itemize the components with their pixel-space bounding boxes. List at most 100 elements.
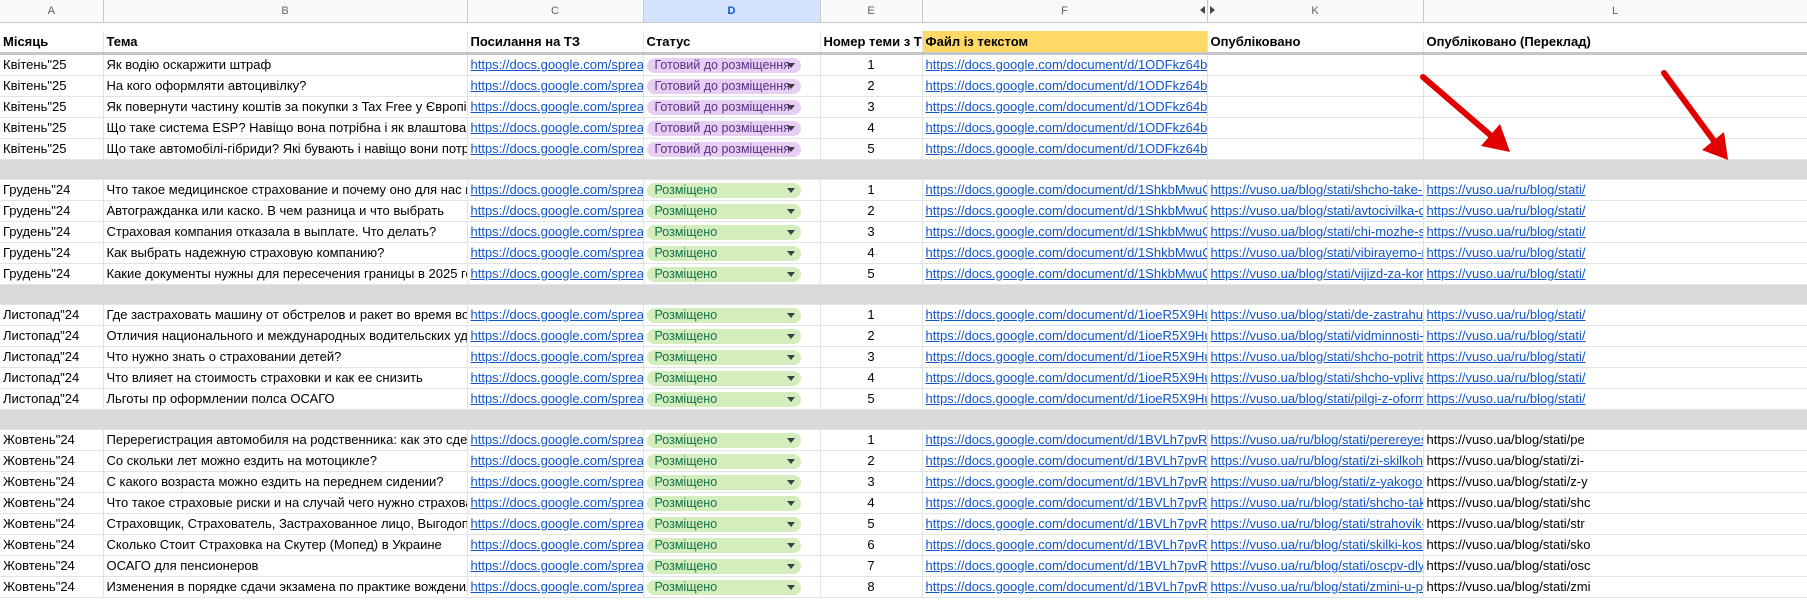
text-file-link[interactable]: https://docs.google.com/document/d/1BVLh…	[926, 537, 1207, 552]
cell-tz-link[interactable]: https://docs.google.com/spreadsh	[467, 534, 644, 556]
tz-link[interactable]: https://docs.google.com/spreadsh	[471, 182, 643, 197]
cell-status[interactable]: Розміщено	[643, 492, 821, 514]
cell-month[interactable]: Жовтень"24	[0, 429, 104, 451]
status-dropdown-chip[interactable]: Розміщено	[646, 453, 801, 469]
cell-published[interactable]	[1207, 53, 1424, 76]
cell-published[interactable]: https://vuso.ua/blog/stati/de-zastrahuva…	[1207, 304, 1424, 326]
cell-status[interactable]: Розміщено	[643, 534, 821, 556]
cell-published-translation[interactable]: https://vuso.ua/ru/blog/stati/	[1423, 367, 1807, 389]
status-dropdown-chip[interactable]: Розміщено	[646, 349, 801, 365]
cell-published-translation[interactable]: https://vuso.ua/blog/stati/osc	[1423, 555, 1807, 577]
tz-link[interactable]: https://docs.google.com/spreadsh	[471, 432, 643, 447]
cell-topic-num[interactable]: 5	[820, 263, 923, 285]
cell-text-file[interactable]: https://docs.google.com/document/d/1BVLh…	[922, 576, 1208, 598]
table-row[interactable]: Грудень"24 Как выбрать надежную страховую…	[0, 242, 1807, 264]
published-link[interactable]: https://vuso.ua/blog/stati/de-zastrahuva…	[1211, 307, 1423, 322]
cell-tz-link[interactable]: https://docs.google.com/spreadsh	[467, 117, 644, 139]
cell-topic-num[interactable]: 1	[820, 53, 923, 76]
cell-topic-num[interactable]: 4	[820, 117, 923, 139]
cell-topic[interactable]: На кого оформляти автоцивілку?	[103, 75, 468, 97]
cell-topic[interactable]: Как выбрать надежную страховую компанию?	[103, 242, 468, 264]
dropdown-caret-icon[interactable]	[786, 437, 795, 443]
cell-text-file[interactable]: https://docs.google.com/document/d/1ioeR…	[922, 304, 1208, 326]
text-file-link[interactable]: https://docs.google.com/document/d/1ODFk…	[926, 99, 1207, 114]
cell-published[interactable]: https://vuso.ua/ru/blog/stati/zmini-u-po…	[1207, 576, 1424, 598]
cell-month[interactable]: Листопад"24	[0, 304, 104, 326]
text-file-link[interactable]: https://docs.google.com/document/d/1Shkb…	[926, 245, 1207, 260]
cell-month[interactable]: Жовтень"24	[0, 513, 104, 535]
col-header-c[interactable]: C	[467, 0, 644, 23]
dropdown-caret-icon[interactable]	[786, 312, 795, 318]
published-link[interactable]: https://vuso.ua/ru/blog/stati/strahovik-…	[1211, 516, 1423, 531]
collapse-left-icon[interactable]	[1200, 6, 1205, 14]
status-dropdown-chip[interactable]: Розміщено	[646, 558, 801, 574]
table-row[interactable]: Грудень"24 Что такое медицинское страхова…	[0, 179, 1807, 201]
cell-topic[interactable]: Со скольки лет можно ездить на мотоцикле…	[103, 450, 468, 472]
cell-tz-link[interactable]: https://docs.google.com/spreadsh	[467, 325, 644, 347]
col-header-b[interactable]: B	[103, 0, 468, 23]
cell-published-translation[interactable]: https://vuso.ua/ru/blog/stati/	[1423, 200, 1807, 222]
cell-text-file[interactable]: https://docs.google.com/document/d/1BVLh…	[922, 429, 1208, 451]
cell-published-translation[interactable]: https://vuso.ua/blog/stati/z-y	[1423, 471, 1807, 493]
header-published[interactable]: Опубліковано	[1207, 30, 1424, 55]
status-dropdown-chip[interactable]: Розміщено	[646, 474, 801, 490]
text-file-link[interactable]: https://docs.google.com/document/d/1BVLh…	[926, 579, 1207, 594]
published-link[interactable]: https://vuso.ua/blog/stati/shcho-potribn…	[1211, 349, 1423, 364]
cell-published-translation[interactable]: https://vuso.ua/ru/blog/stati/	[1423, 242, 1807, 264]
cell-published[interactable]: https://vuso.ua/ru/blog/stati/zi-skilkoh…	[1207, 450, 1424, 472]
cell-topic-num[interactable]: 3	[820, 221, 923, 243]
cell-topic[interactable]: Автогражданка или каско. В чем разница и…	[103, 200, 468, 222]
cell-topic-num[interactable]: 4	[820, 242, 923, 264]
cell-month[interactable]: Грудень"24	[0, 179, 104, 201]
cell-month[interactable]: Жовтень"24	[0, 450, 104, 472]
header-topic-num[interactable]: Номер теми з ТЗ	[820, 30, 923, 55]
col-header-l[interactable]: L	[1423, 0, 1807, 23]
published-link[interactable]: https://vuso.ua/blog/stati/shcho-take-me…	[1211, 182, 1423, 197]
published-translation-link[interactable]: https://vuso.ua/blog/stati/z-y	[1427, 474, 1588, 489]
published-translation-link[interactable]: https://vuso.ua/ru/blog/stati/	[1427, 224, 1586, 239]
cell-topic-num[interactable]: 3	[820, 346, 923, 368]
cell-tz-link[interactable]: https://docs.google.com/spreadsh	[467, 450, 644, 472]
cell-text-file[interactable]: https://docs.google.com/document/d/1BVLh…	[922, 492, 1208, 514]
cell-published-translation[interactable]	[1423, 96, 1807, 118]
text-file-link[interactable]: https://docs.google.com/document/d/1BVLh…	[926, 474, 1207, 489]
status-dropdown-chip[interactable]: Розміщено	[646, 182, 801, 198]
cell-published-translation[interactable]: https://vuso.ua/ru/blog/stati/	[1423, 325, 1807, 347]
cell-published-translation[interactable]: https://vuso.ua/ru/blog/stati/	[1423, 263, 1807, 285]
cell-tz-link[interactable]: https://docs.google.com/spreadsh	[467, 346, 644, 368]
col-header-k[interactable]: K	[1207, 0, 1424, 23]
cell-topic[interactable]: Як повернути частину коштів за покупки з…	[103, 96, 468, 118]
cell-status[interactable]: Готовий до розміщення	[643, 53, 821, 76]
cell-topic-num[interactable]: 8	[820, 576, 923, 598]
cell-published[interactable]: https://vuso.ua/ru/blog/stati/strahovik-…	[1207, 513, 1424, 535]
tz-link[interactable]: https://docs.google.com/spreadsh	[471, 141, 643, 156]
tz-link[interactable]: https://docs.google.com/spreadsh	[471, 245, 643, 260]
cell-topic-num[interactable]: 1	[820, 304, 923, 326]
cell-topic[interactable]: Перерегистрация автомобиля на родственни…	[103, 429, 468, 451]
tz-link[interactable]: https://docs.google.com/spreadsh	[471, 537, 643, 552]
cell-tz-link[interactable]: https://docs.google.com/spreadsh	[467, 555, 644, 577]
published-translation-link[interactable]: https://vuso.ua/ru/blog/stati/	[1427, 182, 1586, 197]
published-translation-link[interactable]: https://vuso.ua/ru/blog/stati/	[1427, 391, 1586, 406]
table-row[interactable]: Жовтень"24 ОСАГО для пенсионеров https://d…	[0, 555, 1807, 577]
cell-topic-num[interactable]: 1	[820, 179, 923, 201]
table-row[interactable]: Листопад"24 Отличия национального и между…	[0, 325, 1807, 347]
cell-tz-link[interactable]: https://docs.google.com/spreadsh	[467, 429, 644, 451]
cell-text-file[interactable]: https://docs.google.com/document/d/1ioeR…	[922, 325, 1208, 347]
text-file-link[interactable]: https://docs.google.com/document/d/1BVLh…	[926, 516, 1207, 531]
table-row[interactable]: Жовтень"24 Сколько Стоит Страховка на Ску…	[0, 534, 1807, 556]
cell-published[interactable]	[1207, 75, 1424, 97]
cell-text-file[interactable]: https://docs.google.com/document/d/1ODFk…	[922, 96, 1208, 118]
cell-tz-link[interactable]: https://docs.google.com/spreadsh	[467, 388, 644, 410]
cell-topic[interactable]: Сколько Стоит Страховка на Скутер (Мопед…	[103, 534, 468, 556]
status-dropdown-chip[interactable]: Розміщено	[646, 245, 801, 261]
tz-link[interactable]: https://docs.google.com/spreadsh	[471, 516, 643, 531]
cell-month[interactable]: Грудень"24	[0, 221, 104, 243]
cell-text-file[interactable]: https://docs.google.com/document/d/1ioeR…	[922, 367, 1208, 389]
cell-status[interactable]: Розміщено	[643, 263, 821, 285]
cell-topic-num[interactable]: 1	[820, 429, 923, 451]
cell-month[interactable]: Листопад"24	[0, 325, 104, 347]
text-file-link[interactable]: https://docs.google.com/document/d/1ODFk…	[926, 57, 1207, 72]
header-published-translation[interactable]: Опубліковано (Переклад)	[1423, 30, 1807, 55]
status-dropdown-chip[interactable]: Готовий до розміщення	[646, 78, 801, 94]
